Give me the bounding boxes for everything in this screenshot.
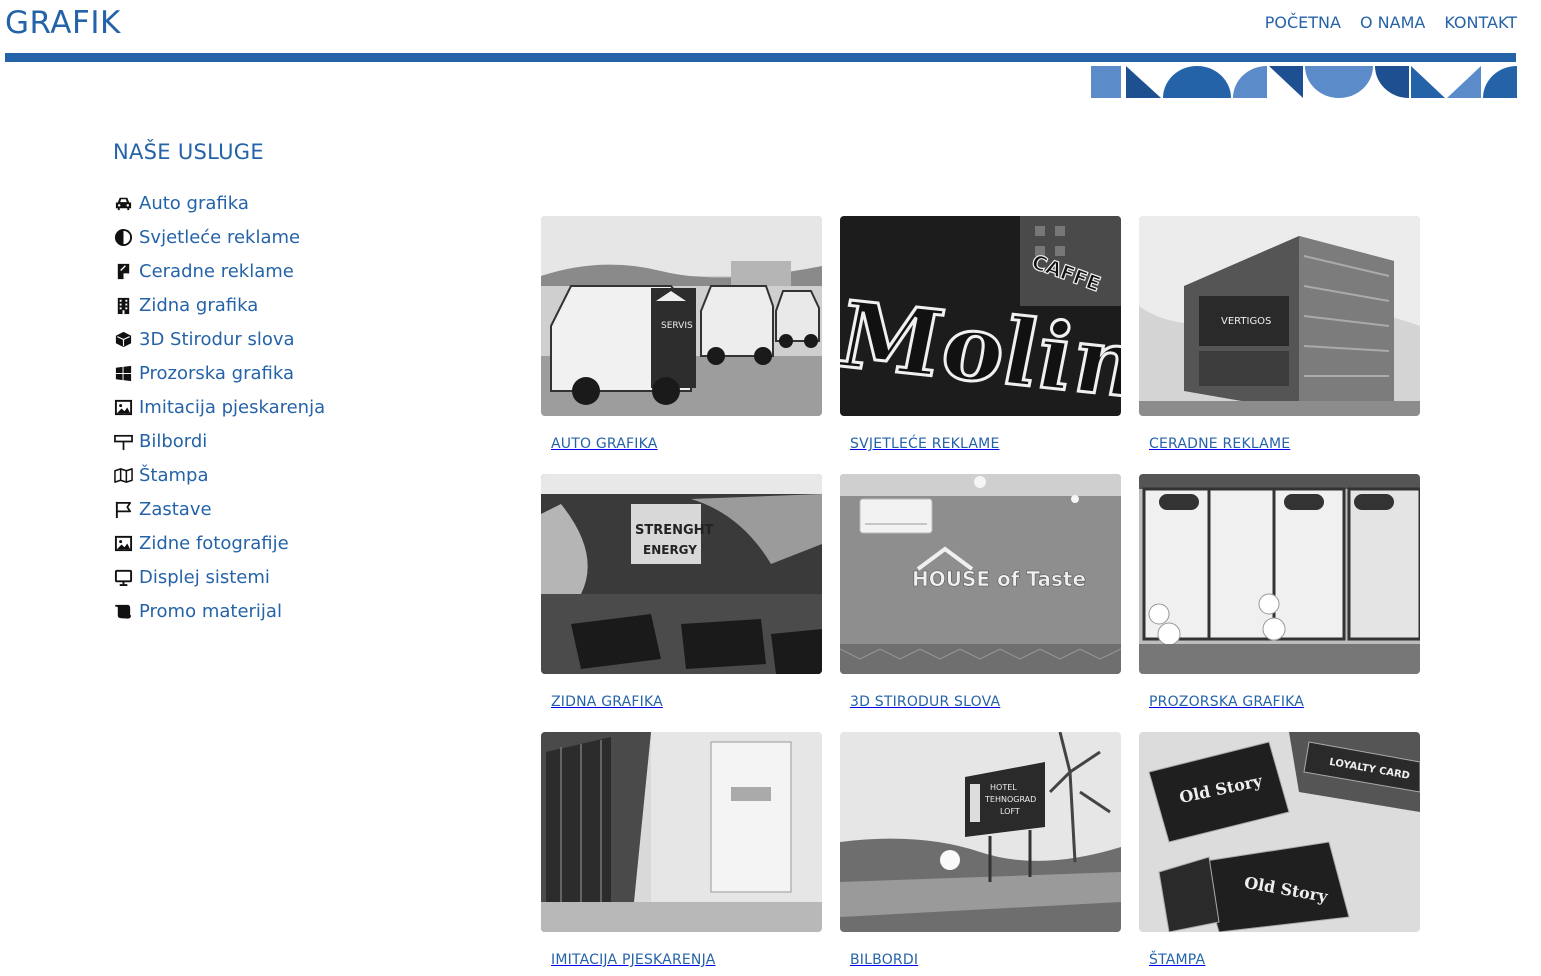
sidebar-item-auto-grafika[interactable]: Auto grafika (113, 186, 325, 220)
logo-link[interactable]: GRAFIK (5, 5, 121, 41)
gallery-card-bilbordi[interactable]: HOTEL TEHNOGRAD LOFT BILBORDI (840, 732, 1121, 968)
neon-sign-photo: Molinari CAFFE (840, 216, 1121, 416)
gallery-caption[interactable]: ŠTAMPA (1139, 952, 1420, 968)
taste-text: HOUSE of Taste (912, 567, 1086, 591)
cube-icon (113, 329, 133, 349)
gallery-card-prozorska-grafika[interactable]: PROZORSKA GRAFIKA (1139, 474, 1420, 710)
gallery-caption[interactable]: 3D STIRODUR SLOVA (840, 694, 1121, 710)
sidebar-link[interactable]: Auto grafika (139, 193, 249, 214)
services-list: Auto grafika Svjetleće reklame Ceradne r… (113, 186, 325, 628)
sidebar-link[interactable]: Bilbordi (139, 431, 207, 452)
windows-icon (113, 363, 133, 383)
sidebar-item-zidna-grafika[interactable]: Zidna grafika (113, 288, 325, 322)
sidebar-link[interactable]: Svjetleće reklame (139, 227, 300, 248)
sidebar-link[interactable]: 3D Stirodur slova (139, 329, 295, 350)
map-icon (113, 465, 133, 485)
roadside-billboard-photo: HOTEL TEHNOGRAD LOFT (840, 732, 1121, 932)
sidebar-item-ceradne-reklame[interactable]: Ceradne reklame (113, 254, 325, 288)
gallery-card-stampa[interactable]: LOYALTY CARD Old Story Old Story ŠTAMPA (1139, 732, 1420, 968)
gallery-card-imitacija-pjeskarenja[interactable]: IMITACIJA PJESKARENJA (541, 732, 822, 968)
flag-icon (113, 499, 133, 519)
top-nav: POČETNA O NAMA KONTAKT (1265, 13, 1517, 33)
car-icon (113, 193, 133, 213)
shop-window-photo (1139, 474, 1420, 674)
contrast-icon (113, 227, 133, 247)
sidebar-item-zidne-fotografije[interactable]: Zidne fotografije (113, 526, 325, 560)
gym-wall-photo: STRENGHT ENERGY (541, 474, 822, 674)
sidebar-item-prozorska-grafika[interactable]: Prozorska grafika (113, 356, 325, 390)
frosted-glass-photo (541, 732, 822, 932)
sticky-note-icon (113, 261, 133, 281)
sidebar-link[interactable]: Štampa (139, 465, 209, 486)
sidebar-item-imitacija-pjeskarenja[interactable]: Imitacija pjeskarenja (113, 390, 325, 424)
hotel-text: VERTIGOS (1221, 316, 1271, 327)
sidebar-link[interactable]: Zidna grafika (139, 295, 258, 316)
sidebar-item-zastave[interactable]: Zastave (113, 492, 325, 526)
gallery-card-ceradne-reklame[interactable]: VERTIGOS CERADNE REKLAME (1139, 216, 1420, 452)
sidebar-link[interactable]: Imitacija pjeskarenja (139, 397, 325, 418)
billboard-text-2: TEHNOGRAD (984, 795, 1036, 804)
vans-photo: SERVIS (541, 216, 822, 416)
sidebar-link[interactable]: Promo materijal (139, 601, 282, 622)
header-divider-bar (5, 53, 1516, 62)
billboard-text-3: LOFT (1000, 807, 1020, 816)
sidebar-title: NAŠE USLUGE (113, 140, 264, 164)
gallery-caption[interactable]: ZIDNA GRAFIKA (541, 694, 822, 710)
image-icon (113, 533, 133, 553)
gym-text-1: STRENGHT (635, 523, 714, 538)
gallery-caption[interactable]: PROZORSKA GRAFIKA (1139, 694, 1420, 710)
gym-text-2: ENERGY (643, 543, 697, 557)
nav-o-nama[interactable]: O NAMA (1360, 13, 1425, 33)
gallery-caption[interactable]: AUTO GRAFIKA (541, 436, 822, 452)
gallery-card-3d-stirodur-slova[interactable]: HOUSE of Taste 3D STIRODUR SLOVA (840, 474, 1121, 710)
sidebar-item-bilbordi[interactable]: Bilbordi (113, 424, 325, 458)
sidebar-item-promo-materijal[interactable]: Promo materijal (113, 594, 325, 628)
sidebar-link[interactable]: Ceradne reklame (139, 261, 294, 282)
sidebar-link[interactable]: Zastave (139, 499, 212, 520)
image-icon (113, 397, 133, 417)
sidebar-link[interactable]: Displej sistemi (139, 567, 270, 588)
gallery-card-auto-grafika[interactable]: SERVIS AUTO GRAFIKA (541, 216, 822, 452)
monitor-icon (113, 567, 133, 587)
sidebar-link[interactable]: Zidne fotografije (139, 533, 289, 554)
sidebar-item-displej-sistemi[interactable]: Displej sistemi (113, 560, 325, 594)
nav-kontakt[interactable]: KONTAKT (1444, 13, 1517, 33)
sidebar-link[interactable]: Prozorska grafika (139, 363, 294, 384)
van-text: SERVIS (661, 321, 693, 331)
scroll-icon (113, 601, 133, 621)
gallery-card-zidna-grafika[interactable]: STRENGHT ENERGY ZIDNA GRAFIKA (541, 474, 822, 710)
sidebar-item-svjetlece-reklame[interactable]: Svjetleće reklame (113, 220, 325, 254)
billboard-icon (113, 431, 133, 451)
gallery-card-svjetlece-reklame[interactable]: Molinari CAFFE SVJETLEĆE REKLAME (840, 216, 1121, 452)
sidebar-item-3d-stirodur-slova[interactable]: 3D Stirodur slova (113, 322, 325, 356)
loyalty-cards-photo: LOYALTY CARD Old Story Old Story (1139, 732, 1420, 932)
gallery-caption[interactable]: SVJETLEĆE REKLAME (840, 436, 1121, 452)
billboard-text-1: HOTEL (990, 783, 1017, 792)
gallery-caption[interactable]: IMITACIJA PJESKARENJA (541, 952, 822, 968)
nav-pocetna[interactable]: POČETNA (1265, 13, 1341, 33)
gallery-caption[interactable]: CERADNE REKLAME (1139, 436, 1420, 452)
gallery-caption[interactable]: BILBORDI (840, 952, 1121, 968)
decorative-shapes (1091, 66, 1517, 98)
hotel-building-photo: VERTIGOS (1139, 216, 1420, 416)
house-of-taste-photo: HOUSE of Taste (840, 474, 1121, 674)
sidebar-item-stampa[interactable]: Štampa (113, 458, 325, 492)
building-icon (113, 295, 133, 315)
